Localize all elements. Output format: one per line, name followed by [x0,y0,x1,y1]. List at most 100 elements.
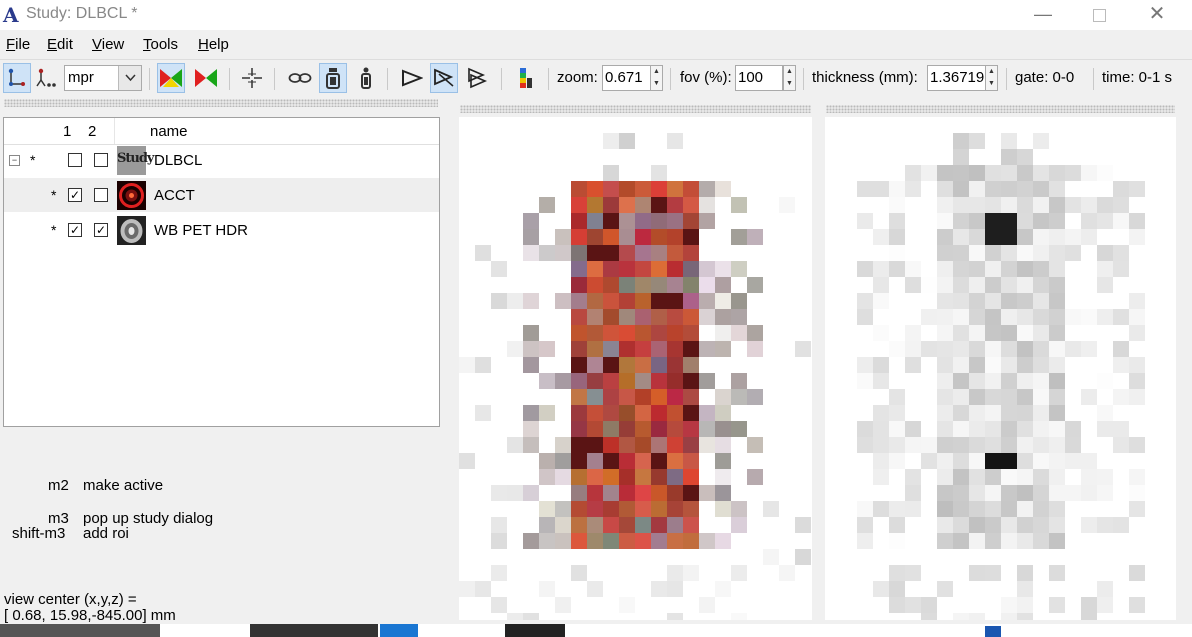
thickness-input[interactable] [930,69,985,86]
image-voxel [747,469,763,485]
column-header-1[interactable]: 1 [63,123,71,140]
checkbox-view1[interactable]: ✓ [68,223,82,237]
fov-input-box[interactable] [735,65,783,91]
image-voxel [635,357,651,373]
image-voxel [523,341,539,357]
checkbox-view1[interactable] [68,153,82,167]
image-voxel [1065,485,1081,501]
fusion-overlay-icon[interactable] [192,63,220,93]
image-voxel [1097,261,1113,277]
collapse-icon[interactable]: − [9,155,20,166]
image-voxel [667,341,683,357]
image-voxel [921,437,937,453]
image-voxel [603,405,619,421]
zoom-label: zoom: [557,69,598,86]
row-name: WB PET HDR [154,222,248,239]
view-center-value: [ 0.68, 15.98,-845.00] mm [4,607,176,624]
maximize-button[interactable] [1070,0,1128,30]
image-voxel [571,341,587,357]
checkbox-view1[interactable]: ✓ [68,188,82,202]
image-voxel [1017,373,1033,389]
image-voxel [953,165,969,181]
tree-row-pet[interactable]: * ✓ ✓ WB PET HDR [4,213,439,247]
image-voxel [683,485,699,501]
panel-grip[interactable] [4,99,438,107]
pet-image[interactable] [825,117,1176,620]
image-voxel [539,533,555,549]
image-voxel [969,421,985,437]
crosshair-icon[interactable] [238,63,266,93]
image-voxel [1017,149,1033,165]
image-voxel [1081,213,1097,229]
colormap-icon[interactable] [512,63,540,93]
tree-row-acct[interactable]: * ✓ ACCT [4,178,439,212]
image-voxel [1001,261,1017,277]
target-all-icon[interactable] [464,63,492,93]
tree-row-study[interactable]: − * Study DLBCL [4,144,439,178]
image-voxel [1017,405,1033,421]
menu-help[interactable]: Help [198,36,229,53]
image-voxel [953,229,969,245]
image-voxel [571,325,587,341]
image-voxel [603,261,619,277]
image-voxel [731,373,747,389]
checkbox-view2[interactable]: ✓ [94,223,108,237]
fov-input[interactable] [738,69,782,86]
menu-file[interactable]: File [6,36,30,53]
image-voxel [603,453,619,469]
fused-ct-pet-image[interactable] [459,117,812,620]
image-voxel [921,453,937,469]
fused-coronal-view[interactable] [459,117,812,620]
link-icon[interactable] [286,63,314,93]
coronal-view-icon[interactable] [32,63,60,93]
image-voxel [1049,469,1065,485]
column-header-name[interactable]: name [150,123,188,140]
thickness-spinner[interactable]: ▲ ▼ [985,65,998,91]
fusion-blend-icon[interactable] [157,63,185,93]
zoom-spinner[interactable]: ▲ ▼ [650,65,663,91]
fov-spinner[interactable]: ▲ ▼ [783,65,796,91]
image-voxel [889,389,905,405]
close-button[interactable]: ✕ [1128,0,1186,30]
menu-tools[interactable]: Tools [143,36,178,53]
help-key: shift-m3 [12,525,66,542]
view-mode-single-icon[interactable] [319,63,347,93]
menu-edit[interactable]: Edit [47,36,73,53]
image-voxel [1049,597,1065,613]
image-voxel [1097,597,1113,613]
view1-grip[interactable] [460,105,811,113]
line-profile-icon[interactable] [398,63,426,93]
image-voxel [683,501,699,517]
zoom-input[interactable] [605,69,650,86]
menu-view[interactable]: View [92,36,124,53]
zoom-input-box[interactable] [602,65,651,91]
image-voxel [555,517,571,533]
image-voxel [491,597,507,613]
app-logo-icon: A [3,3,19,27]
minimize-button[interactable]: — [1014,0,1072,30]
image-voxel [953,469,969,485]
image-voxel [1017,213,1033,229]
image-voxel [603,357,619,373]
image-voxel [539,341,555,357]
image-voxel [1017,453,1033,469]
image-voxel [969,565,985,581]
image-voxel [603,421,619,437]
image-voxel [619,357,635,373]
image-voxel [905,437,921,453]
view2-grip[interactable] [826,105,1175,113]
view-mode-linked-icon[interactable] [352,63,380,93]
thickness-input-box[interactable] [927,65,986,91]
column-header-2[interactable]: 2 [88,123,96,140]
modified-marker: * [51,222,57,238]
transverse-view-icon[interactable] [3,63,31,93]
checkbox-view2[interactable] [94,153,108,167]
checkbox-view2[interactable] [94,188,108,202]
image-voxel [651,533,667,549]
pet-coronal-view[interactable] [825,117,1176,620]
image-voxel [667,309,683,325]
image-voxel [539,373,555,389]
target-active-icon[interactable] [430,63,458,93]
image-voxel [905,261,921,277]
view-mode-select[interactable]: mpr [64,65,142,91]
